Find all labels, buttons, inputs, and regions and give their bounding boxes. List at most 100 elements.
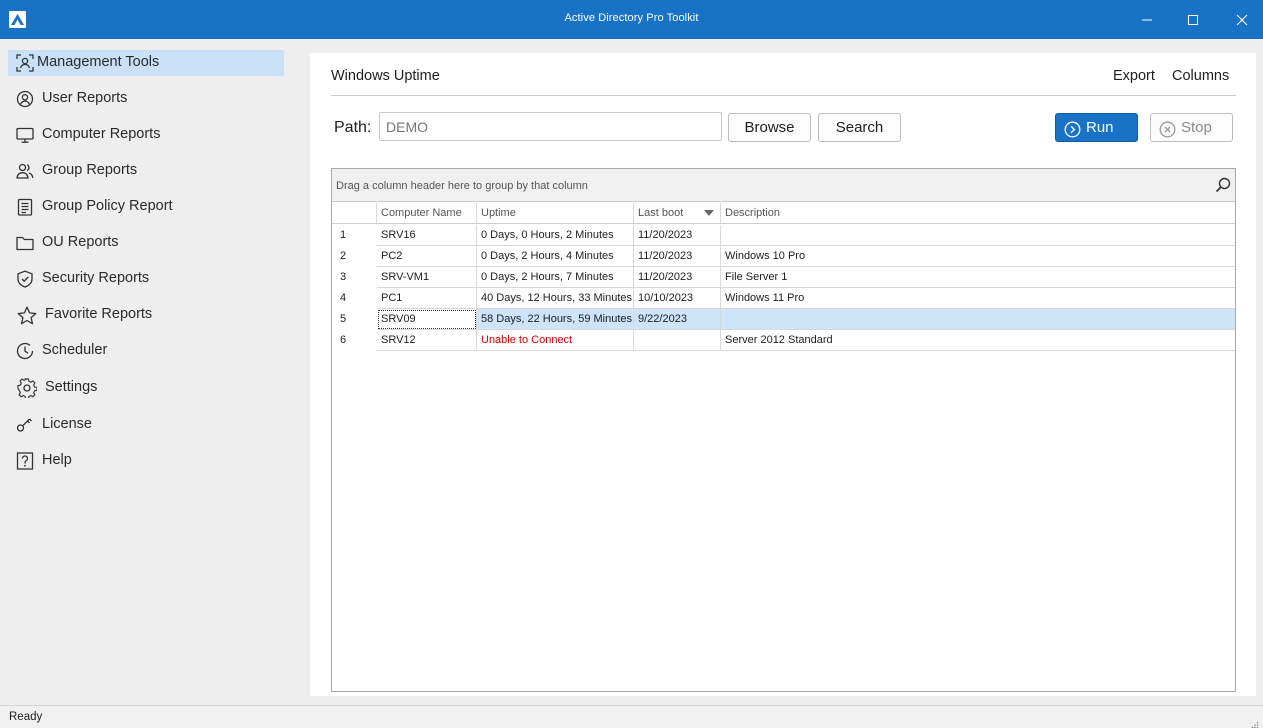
path-input[interactable] [379,112,722,141]
sidebar-item-group-reports[interactable]: Group Reports [8,158,284,184]
star-icon [17,306,37,325]
cell-description[interactable]: Windows 10 Pro [721,246,1235,267]
export-button[interactable]: Export [1113,68,1155,84]
sidebar-item-label: Favorite Reports [45,306,153,322]
sidebar-item-security-reports[interactable]: Security Reports [8,266,284,292]
run-icon [1064,120,1081,147]
sidebar-item-label: Group Policy Report [42,198,173,214]
cell-uptime[interactable]: 58 Days, 22 Hours, 59 Minutes [477,309,634,330]
row-indicator-header [332,203,377,224]
table-row-selected[interactable]: 5 SRV09 58 Days, 22 Hours, 59 Minutes 9/… [332,309,1235,330]
table-row[interactable]: 4 PC1 40 Days, 12 Hours, 33 Minutes 10/1… [332,288,1235,309]
sidebar-item-group-policy-report[interactable]: Group Policy Report [8,194,284,220]
sidebar-item-ou-reports[interactable]: OU Reports [8,230,284,256]
row-number: 1 [340,229,347,241]
stop-label: Stop [1181,119,1212,136]
user-icon [16,90,34,108]
gear-icon [17,378,38,400]
sidebar-item-label: License [42,416,92,432]
cell-last-boot[interactable]: 11/20/2023 [634,246,721,267]
close-button[interactable] [1231,8,1255,32]
minimize-button[interactable] [1136,8,1160,32]
shield-icon [16,270,34,288]
row-number: 2 [340,250,347,262]
results-grid[interactable]: Drag a column header here to group by th… [331,168,1236,692]
column-header-description[interactable]: Description [721,203,1235,224]
cell-description[interactable]: Windows 11 Pro [721,288,1235,309]
sidebar-item-label: Settings [45,379,98,395]
sidebar-item-label: Scheduler [42,342,108,358]
sidebar-item-label: Computer Reports [42,126,161,142]
stop-icon [1159,120,1176,147]
clock-icon [16,342,34,360]
stop-button[interactable]: Stop [1150,113,1233,142]
table-row[interactable]: 3 SRV-VM1 0 Days, 2 Hours, 7 Minutes 11/… [332,267,1235,288]
row-number: 4 [340,292,347,304]
header-divider [331,95,1236,96]
status-bar: Ready [0,705,1263,728]
cell-uptime[interactable]: 40 Days, 12 Hours, 33 Minutes [477,288,634,309]
sidebar-item-settings[interactable]: Settings [8,375,284,401]
resize-grip-icon[interactable] [1251,716,1259,728]
folder-icon [16,234,34,252]
cell-computer-name[interactable]: SRV09 [377,309,477,330]
cell-description[interactable] [721,309,1235,330]
sidebar-item-help[interactable]: Help [8,448,284,474]
help-icon [16,452,34,470]
cell-computer-name[interactable]: SRV12 [377,330,477,351]
column-header-uptime[interactable]: Uptime [477,203,634,224]
cell-last-boot[interactable]: 11/20/2023 [634,267,721,288]
cell-uptime[interactable]: 0 Days, 2 Hours, 4 Minutes [477,246,634,267]
sidebar-item-license[interactable]: License [8,412,284,438]
run-label: Run [1086,119,1114,136]
group-icon [16,162,34,180]
search-icon[interactable] [1215,177,1231,198]
sidebar-item-label: User Reports [42,90,128,106]
column-header-last-boot[interactable]: Last boot [634,203,721,224]
sidebar-item-scheduler[interactable]: Scheduler [8,338,284,364]
cell-description[interactable]: File Server 1 [721,267,1235,288]
sidebar-item-label: Management Tools [37,54,160,70]
maximize-button[interactable] [1182,8,1206,32]
path-label: Path: [334,119,372,136]
sidebar-item-management-tools[interactable]: Management Tools [8,50,284,76]
cell-uptime[interactable]: 0 Days, 2 Hours, 7 Minutes [477,267,634,288]
cell-last-boot[interactable]: 10/10/2023 [634,288,721,309]
group-by-panel[interactable]: Drag a column header here to group by th… [332,169,1235,202]
column-header-computer-name[interactable]: Computer Name [377,203,477,224]
cell-last-boot[interactable] [634,330,721,351]
browse-button[interactable]: Browse [728,113,811,142]
cell-computer-name[interactable]: SRV16 [377,225,477,246]
sidebar-item-label: Help [42,452,72,468]
cell-last-boot[interactable]: 9/22/2023 [634,309,721,330]
cell-description[interactable] [721,225,1235,246]
monitor-icon [16,126,34,144]
sort-descending-icon [704,210,714,216]
cell-last-boot[interactable]: 11/20/2023 [634,225,721,246]
table-row[interactable]: 1 SRV16 0 Days, 0 Hours, 2 Minutes 11/20… [332,225,1235,246]
table-row[interactable]: 2 PC2 0 Days, 2 Hours, 4 Minutes 11/20/2… [332,246,1235,267]
page-title: Windows Uptime [331,68,440,84]
status-text: Ready [9,711,43,723]
cell-uptime-error[interactable]: Unable to Connect [477,330,634,351]
columns-button[interactable]: Columns [1172,68,1229,84]
sidebar-item-label: Security Reports [42,270,150,286]
search-button[interactable]: Search [818,113,901,142]
sidebar: Management Tools User Reports Computer R… [0,39,300,705]
sidebar-item-computer-reports[interactable]: Computer Reports [8,122,284,148]
table-row[interactable]: 6 SRV12 Unable to Connect Server 2012 St… [332,330,1235,351]
management-tools-icon [16,54,34,72]
policy-icon [16,198,34,216]
cell-description[interactable]: Server 2012 Standard [721,330,1235,351]
sidebar-item-label: OU Reports [42,234,119,250]
cell-computer-name[interactable]: SRV-VM1 [377,267,477,288]
sidebar-item-user-reports[interactable]: User Reports [8,86,284,112]
main-panel: Windows Uptime Export Columns Path: Brow… [310,53,1256,696]
sidebar-item-favorite-reports[interactable]: Favorite Reports [8,302,284,328]
row-number: 3 [340,271,347,283]
cell-computer-name[interactable]: PC2 [377,246,477,267]
cell-computer-name[interactable]: PC1 [377,288,477,309]
run-button[interactable]: Run [1055,113,1138,142]
cell-uptime[interactable]: 0 Days, 0 Hours, 2 Minutes [477,225,634,246]
group-hint: Drag a column header here to group by th… [336,180,588,192]
